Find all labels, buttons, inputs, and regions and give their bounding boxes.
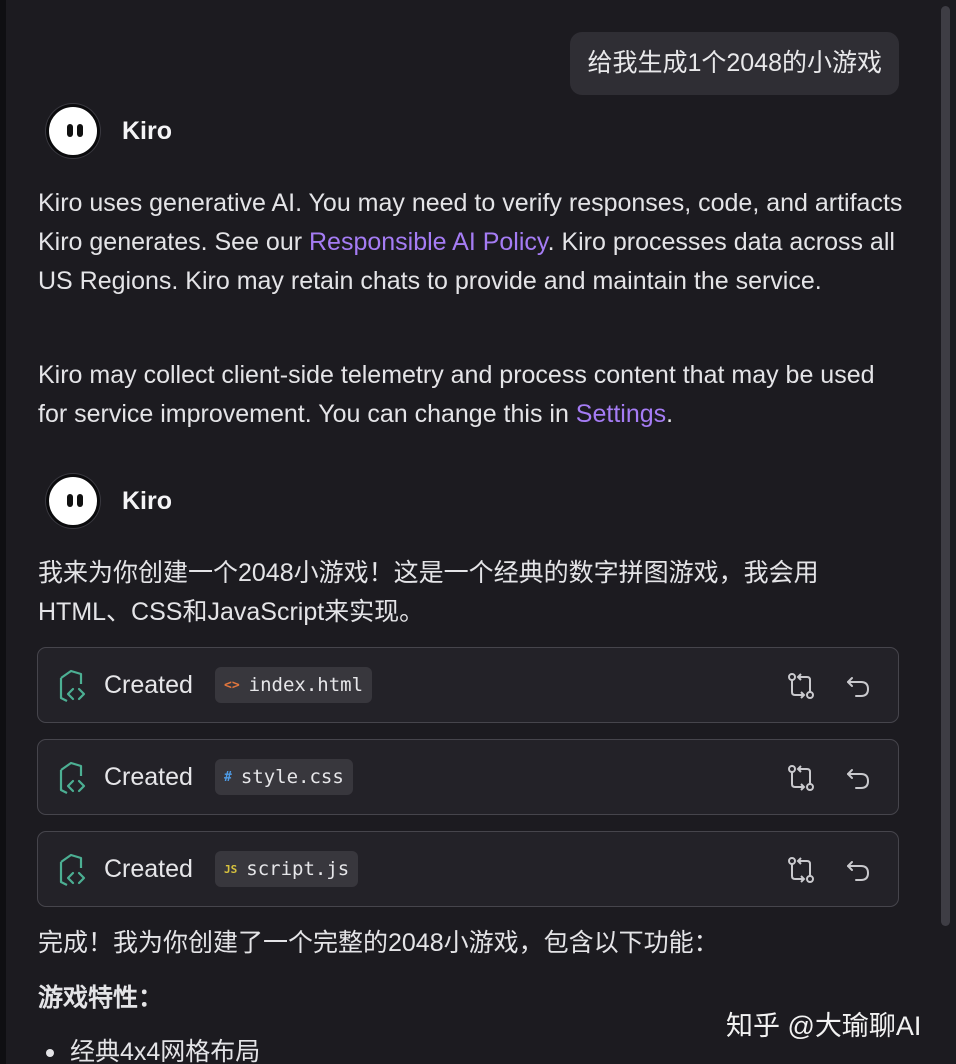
file-code-icon bbox=[59, 853, 86, 886]
disclaimer-paragraph-1: Kiro uses generative AI. You may need to… bbox=[38, 189, 903, 295]
action-label: Created bbox=[104, 854, 193, 883]
compare-changes-icon[interactable] bbox=[785, 670, 817, 702]
agent-header: Kiro bbox=[46, 104, 172, 158]
agent-name: Kiro bbox=[122, 116, 172, 145]
user-message-bubble: 给我生成1个2048的小游戏 bbox=[570, 32, 899, 95]
feature-text: 经典4x4网格布局 bbox=[70, 1038, 261, 1064]
kiro-avatar bbox=[46, 474, 100, 528]
html-file-icon: <> bbox=[224, 677, 240, 693]
compare-changes-icon[interactable] bbox=[785, 762, 817, 794]
action-label: Created bbox=[104, 762, 193, 791]
undo-icon[interactable] bbox=[843, 762, 875, 794]
file-name: index.html bbox=[248, 674, 364, 696]
file-created-card[interactable]: Created # style.css bbox=[37, 739, 899, 815]
compare-changes-icon[interactable] bbox=[785, 854, 817, 886]
file-name-chip[interactable]: JS script.js bbox=[215, 851, 359, 887]
bullet-icon bbox=[46, 1049, 54, 1058]
js-file-icon: JS bbox=[224, 862, 238, 876]
file-name: style.css bbox=[240, 766, 344, 788]
file-created-card[interactable]: Created <> index.html bbox=[37, 647, 899, 723]
file-created-card[interactable]: Created JS script.js bbox=[37, 831, 899, 907]
list-item: 经典4x4网格布局 bbox=[46, 1033, 260, 1064]
css-file-icon: # bbox=[224, 769, 232, 785]
agent-name: Kiro bbox=[122, 486, 172, 515]
completion-message: 完成！我为你创建了一个完整的2048小游戏，包含以下功能： bbox=[38, 929, 719, 957]
agent-header: Kiro bbox=[46, 474, 172, 528]
file-name-chip[interactable]: # style.css bbox=[215, 759, 353, 795]
undo-icon[interactable] bbox=[843, 670, 875, 702]
responsible-ai-policy-link[interactable]: Responsible AI Policy bbox=[309, 228, 548, 256]
file-name: script.js bbox=[246, 858, 350, 880]
disclaimer-paragraph-2: Kiro may collect client-side telemetry a… bbox=[38, 361, 875, 428]
scrollbar[interactable] bbox=[941, 6, 950, 926]
kiro-avatar bbox=[46, 104, 100, 158]
file-code-icon bbox=[59, 761, 86, 794]
window-left-edge bbox=[0, 0, 6, 1064]
file-code-icon bbox=[59, 669, 86, 702]
undo-icon[interactable] bbox=[843, 854, 875, 886]
response-intro: 我来为你创建一个2048小游戏！这是一个经典的数字拼图游戏，我会用HTML、CS… bbox=[38, 559, 819, 626]
watermark: 知乎 @大瑜聊AI bbox=[726, 1011, 922, 1041]
action-label: Created bbox=[104, 670, 193, 699]
settings-link[interactable]: Settings bbox=[576, 400, 666, 428]
file-name-chip[interactable]: <> index.html bbox=[215, 667, 373, 703]
